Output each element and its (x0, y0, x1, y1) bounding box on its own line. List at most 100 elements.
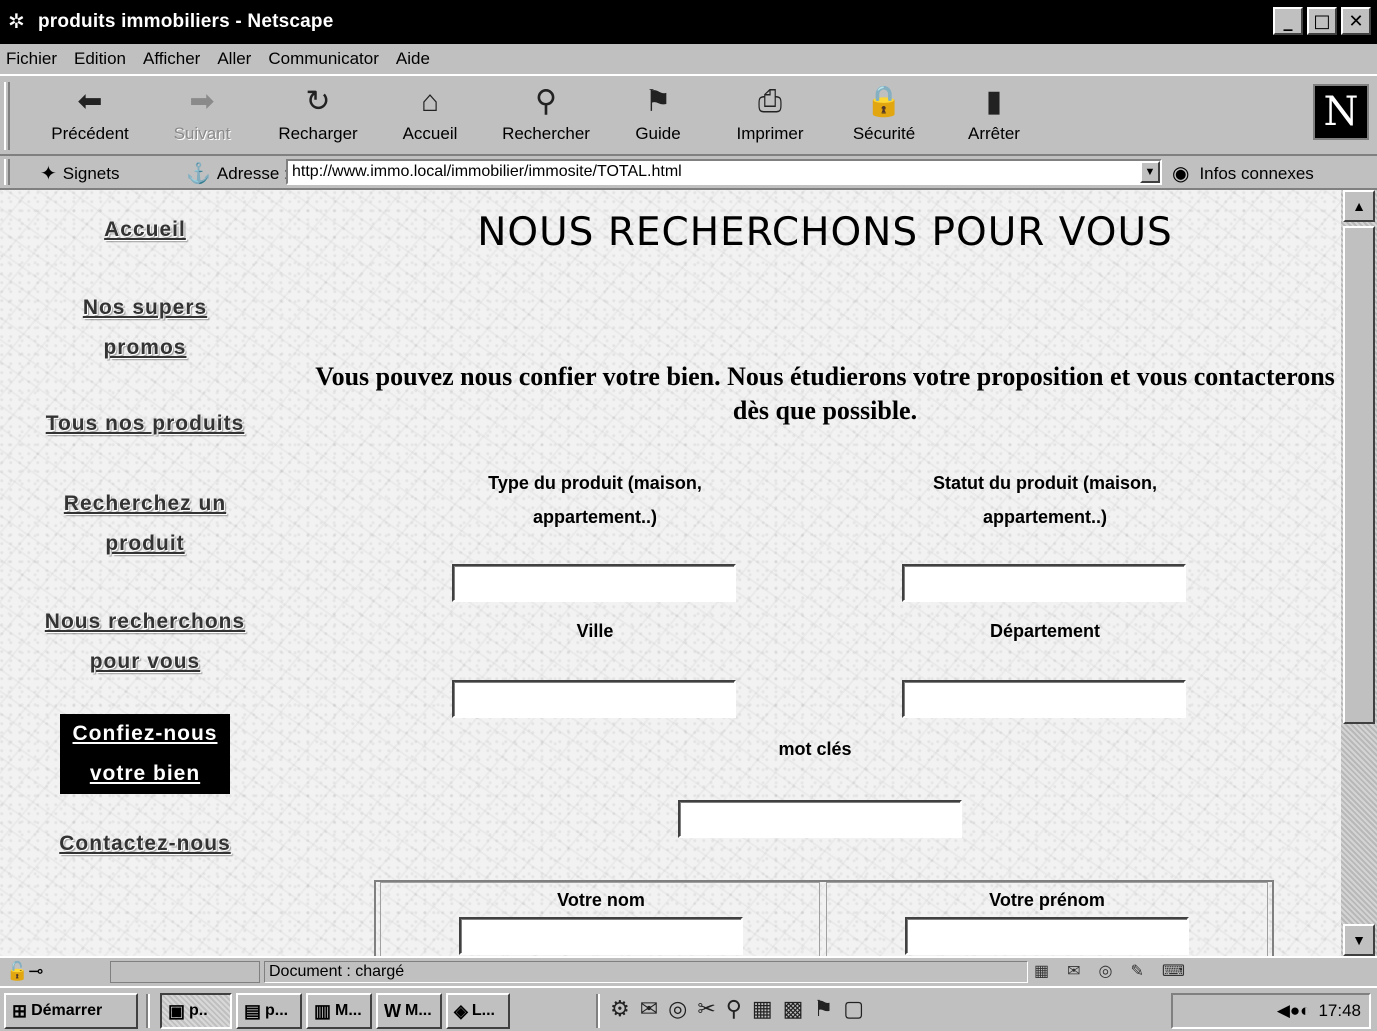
search-icon: ⚲ (535, 85, 557, 118)
prenom-label: Votre prénom (989, 890, 1105, 910)
ville-input[interactable] (452, 680, 736, 718)
page-title: NOUS RECHERCHONS POUR VOUS (477, 210, 1173, 255)
related-info-button[interactable]: ◉ Infos connexes (1172, 161, 1314, 186)
navigation-toolbar: ⬅ Précédent ➡ Suivant ↻ Recharger ⌂ Accu… (0, 74, 1377, 156)
location-bar: ✦ Signets ⚓ Adresse : http://www.immo.lo… (0, 156, 1377, 190)
nav-recherchez-un-produit[interactable]: Recherchez un produit (40, 484, 250, 564)
folder-task-icon: ▤ (244, 1000, 262, 1021)
netscape-logo[interactable]: N (1313, 84, 1369, 140)
task-2[interactable]: ▤ p... (236, 993, 302, 1029)
menu-afficher[interactable]: Afficher (141, 49, 202, 69)
vertical-scrollbar[interactable]: ▲ ▼ (1341, 190, 1377, 956)
print-button-label: Imprimer (736, 124, 804, 143)
guide-button-label: Guide (635, 124, 681, 143)
nom-cell: Votre nom (380, 882, 820, 956)
guide-button[interactable]: ⚑ Guide (608, 82, 708, 150)
home-icon: ⌂ (420, 85, 440, 118)
forward-arrow-icon: ➡ (189, 85, 215, 118)
bookmarks-label: Signets (62, 163, 120, 183)
security-button[interactable]: 🔒 Sécurité (834, 82, 934, 150)
task-netscape[interactable]: ▣ p.. (160, 993, 232, 1029)
nav-confiez-nous-votre-bien[interactable]: Confiez-nous votre bien (60, 714, 230, 794)
search-button[interactable]: ⚲ Rechercher (494, 82, 598, 150)
menu-edition[interactable]: Edition (72, 49, 128, 69)
back-button-label: Précédent (51, 124, 129, 143)
forward-button[interactable]: ➡ Suivant (152, 82, 252, 150)
scroll-up-button[interactable]: ▲ (1343, 190, 1375, 222)
type-produit-input[interactable] (452, 564, 736, 602)
component-bar[interactable]: ▦✉◎✎⌨ (1034, 961, 1364, 983)
security-button-label: Sécurité (852, 124, 916, 143)
guide-icon: ⚑ (644, 85, 672, 118)
scroll-thumb[interactable] (1343, 226, 1375, 724)
app-task-icon: ▥ (314, 1000, 332, 1021)
address-label: ⚓ Adresse : (186, 161, 289, 186)
task-5[interactable]: ◈ L... (446, 993, 510, 1029)
nav-tous-nos-produits[interactable]: Tous nos produits (22, 404, 268, 444)
stop-icon: ▮ (985, 85, 1003, 118)
url-input[interactable]: http://www.immo.local/immobilier/immosit… (286, 159, 1162, 185)
url-dropdown-button[interactable]: ▼ (1140, 161, 1160, 183)
tray-icons[interactable]: ◀●◐ (1277, 1001, 1311, 1021)
toolbar-grip[interactable] (4, 82, 10, 150)
menu-aller[interactable]: Aller (215, 49, 253, 69)
start-label: Démarrer (31, 1002, 103, 1019)
bookmarks-button[interactable]: ✦ Signets (40, 161, 119, 186)
security-status-icon[interactable]: 🔓⊸ (6, 961, 44, 982)
system-tray: ◀●◐ 17:48 (1171, 993, 1371, 1029)
maximize-button[interactable]: □ (1307, 7, 1337, 35)
menu-aide[interactable]: Aide (394, 49, 432, 69)
task-label: p.. (189, 1002, 208, 1019)
page-content: Accueil Nos supers promos Tous nos produ… (0, 190, 1341, 956)
mot-cles-label: mot clés (778, 739, 852, 759)
nav-accueil[interactable]: Accueil (60, 210, 230, 250)
menu-fichier[interactable]: Fichier (4, 49, 59, 69)
close-button[interactable]: ✕ (1341, 7, 1371, 35)
bookmarks-icon: ✦ (40, 163, 57, 185)
prenom-input[interactable] (905, 917, 1189, 955)
window-title: produits immobiliers - Netscape (38, 11, 334, 32)
netscape-app-icon[interactable]: ✲ (8, 11, 30, 33)
nav-nos-supers-promos[interactable]: Nos supers promos (60, 288, 230, 368)
intro-text: Vous pouvez nous confier votre bien. Nou… (315, 362, 1335, 425)
statut-produit-input[interactable] (902, 564, 1186, 602)
search-button-label: Rechercher (502, 124, 590, 143)
task-label: M... (405, 1002, 432, 1019)
nom-label: Votre nom (557, 890, 645, 910)
start-button[interactable]: ⊞ Démarrer (4, 993, 138, 1029)
windows-logo-icon: ⊞ (12, 1000, 28, 1021)
task-label: L... (471, 1002, 495, 1019)
task-4[interactable]: W M... (376, 993, 442, 1029)
departement-input[interactable] (902, 680, 1186, 718)
back-button[interactable]: ⬅ Précédent (40, 82, 140, 150)
scroll-down-button[interactable]: ▼ (1343, 924, 1375, 956)
status-bar: 🔓⊸ Document : chargé ▦✉◎✎⌨ (0, 956, 1377, 986)
app-task-icon: ◈ (454, 1000, 468, 1021)
status-text: Document : chargé (264, 961, 1028, 983)
nom-input[interactable] (459, 917, 743, 955)
menu-communicator[interactable]: Communicator (266, 49, 381, 69)
identity-table: Votre nom Votre prénom (374, 880, 1274, 956)
task-3[interactable]: ▥ M... (306, 993, 372, 1029)
progress-bar (110, 961, 260, 983)
taskbar-separator (596, 994, 600, 1028)
windows-taskbar: ⊞ Démarrer ▣ p.. ▤ p... ▥ M... W M... ◈ … (0, 986, 1377, 1031)
menu-bar: Fichier Edition Afficher Aller Communica… (0, 44, 1377, 74)
print-button[interactable]: ⎙ Imprimer (720, 82, 820, 150)
home-button[interactable]: ⌂ Accueil (380, 82, 480, 150)
minimize-button[interactable]: _ (1273, 7, 1303, 35)
statut-produit-label: Statut du produit (maison, appartement..… (933, 473, 1157, 527)
task-label: M... (335, 1002, 362, 1019)
stop-button[interactable]: ▮ Arrêter (944, 82, 1044, 150)
clock[interactable]: 17:48 (1318, 1001, 1361, 1021)
mot-cles-input[interactable] (678, 800, 962, 838)
reload-button-label: Recharger (278, 124, 358, 143)
reload-button[interactable]: ↻ Recharger (268, 82, 368, 150)
taskbar-separator (146, 994, 150, 1028)
nav-contactez-nous[interactable]: Contactez-nous (36, 824, 254, 864)
quick-launch-icons[interactable]: ⚙✉◎✂⚲▦▩⚑▢ (610, 996, 874, 1022)
location-grip[interactable] (4, 159, 10, 185)
nav-nous-recherchons-pour-vous[interactable]: Nous recherchons pour vous (22, 602, 268, 682)
type-produit-label: Type du produit (maison, appartement..) (488, 473, 702, 527)
departement-label: Département (989, 621, 1101, 641)
